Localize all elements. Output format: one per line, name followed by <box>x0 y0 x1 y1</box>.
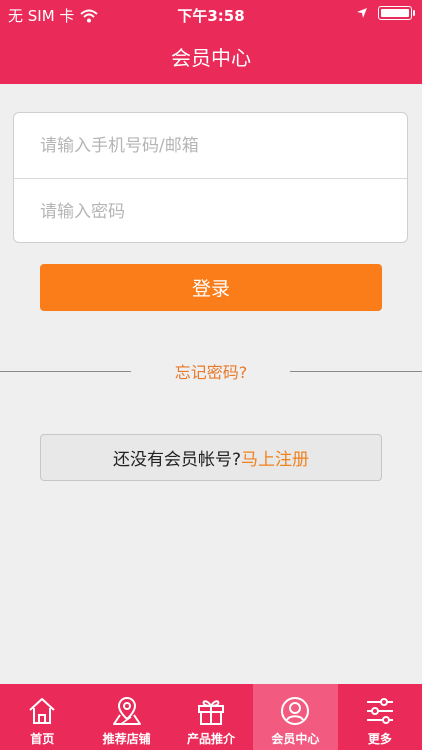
status-right-group <box>356 6 415 20</box>
home-icon <box>29 698 55 724</box>
tab-bar: 首页 推荐店铺 产品推介 会员中心 更多 <box>0 684 422 750</box>
register-link[interactable]: 马上注册 <box>241 445 309 470</box>
page-title: 会员中心 <box>171 45 251 70</box>
tab-more[interactable]: 更多 <box>338 684 422 750</box>
forgot-password-row: 忘记密码? <box>0 358 422 384</box>
map-location-icon <box>112 696 141 725</box>
password-input[interactable] <box>14 179 407 244</box>
tab-label: 推荐店铺 <box>102 732 151 746</box>
tab-recommended-stores[interactable]: 推荐店铺 <box>84 684 168 750</box>
tab-label: 更多 <box>367 732 392 746</box>
tab-member-center[interactable]: 会员中心 <box>253 684 338 750</box>
tab-label: 首页 <box>30 732 55 746</box>
divider-line-right <box>290 371 422 372</box>
user-icon <box>281 697 310 725</box>
sliders-icon <box>366 698 393 724</box>
tab-home[interactable]: 首页 <box>0 684 84 750</box>
tab-product-promotion[interactable]: 产品推介 <box>169 684 253 750</box>
gift-icon <box>198 700 225 725</box>
battery-icon <box>378 6 415 20</box>
login-form <box>13 112 408 244</box>
status-bar: 无 SIM 卡 下午3:58 <box>0 0 422 28</box>
tab-label: 产品推介 <box>187 732 236 746</box>
register-button[interactable]: 还没有会员帐号? 马上注册 <box>40 434 382 481</box>
location-arrow-icon <box>357 8 367 18</box>
nav-bar: 会员中心 <box>0 28 422 84</box>
phone-email-input[interactable] <box>14 113 407 178</box>
login-button[interactable]: 登录 <box>40 264 382 311</box>
tab-label: 会员中心 <box>271 732 320 746</box>
register-prompt: 还没有会员帐号? <box>112 450 242 470</box>
